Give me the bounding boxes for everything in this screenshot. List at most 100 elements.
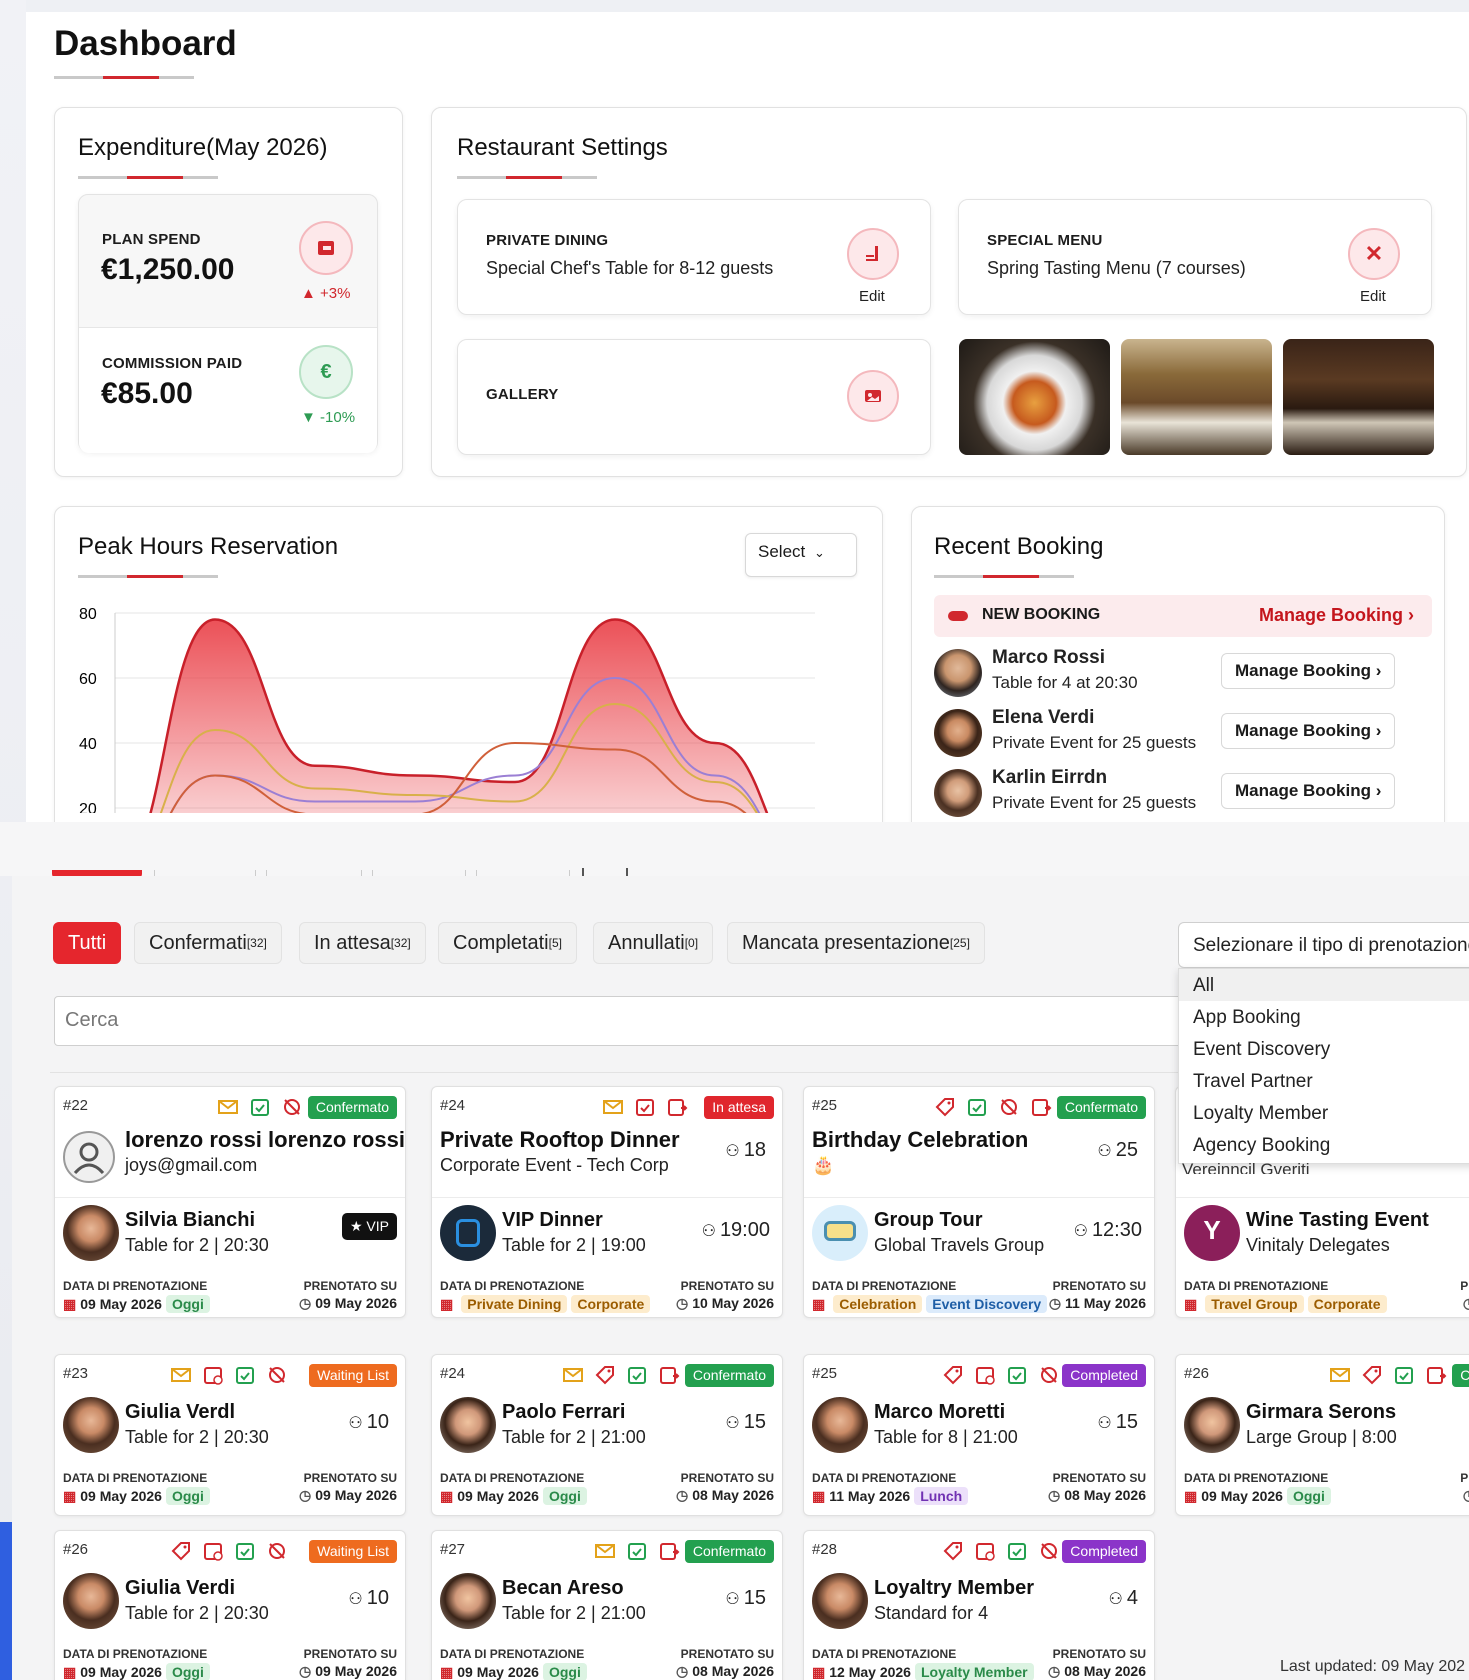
tag-icon[interactable] — [934, 1096, 956, 1123]
booking-card[interactable]: #27 Confermato Becan Areso Table for 2 | 21… — [431, 1530, 783, 1680]
calendar-icon[interactable] — [974, 1364, 996, 1391]
calendar-icon[interactable] — [202, 1364, 224, 1391]
booking-date-value: ▦ 11 May 2026 Lunch — [812, 1487, 969, 1505]
new-booking-manage-link[interactable]: Manage Booking › — [1259, 605, 1414, 626]
reschedule-icon[interactable] — [658, 1540, 680, 1567]
calendar-icon[interactable] — [202, 1540, 224, 1567]
booking-date-text: 09 May 2026 — [1201, 1488, 1283, 1504]
mail-icon[interactable] — [217, 1096, 239, 1123]
confirm-icon[interactable] — [234, 1364, 256, 1391]
peak-hours-chart: 020406080 — [79, 606, 815, 813]
tag-icon[interactable] — [942, 1364, 964, 1391]
option-event-discovery[interactable]: Event Discovery — [1193, 1039, 1330, 1061]
no-show-icon[interactable] — [1038, 1364, 1060, 1391]
confirm-icon[interactable] — [1393, 1364, 1415, 1391]
gallery-image-dining-room[interactable] — [1121, 339, 1272, 455]
booking-card[interactable]: #24 In attesa Private Rooftop Dinner Corpor… — [431, 1086, 783, 1318]
no-show-icon[interactable] — [266, 1540, 288, 1567]
confirm-icon[interactable] — [626, 1364, 648, 1391]
booking-name: Elena Verdi — [992, 707, 1095, 728]
people-icon: ⚇ — [348, 1591, 363, 1608]
option-travel-partner[interactable]: Travel Partner — [1193, 1071, 1313, 1093]
booking-tag: Celebration — [833, 1295, 923, 1313]
booking-date-text: 09 May 2026 — [80, 1664, 162, 1680]
booking-card[interactable]: #24 Confermato Paolo Ferrari Table for 2 | … — [431, 1354, 783, 1516]
booking-card[interactable]: #26 Waiting List Giulia Verdi Table for 2 |… — [54, 1530, 406, 1680]
tag-icon[interactable] — [170, 1540, 192, 1567]
booked-on-value: ◷ 08 May 2026 — [676, 1663, 774, 1680]
no-show-icon[interactable] — [1038, 1540, 1060, 1567]
private-dining-edit-link[interactable]: Edit — [859, 288, 885, 305]
mail-icon[interactable] — [1329, 1364, 1351, 1391]
no-show-icon[interactable] — [266, 1364, 288, 1391]
tag-icon[interactable] — [942, 1540, 964, 1567]
booking-tag: Oggi — [165, 1295, 210, 1313]
tab-completati[interactable]: Completati [5] — [438, 922, 577, 964]
status-badge: Confermato — [684, 1364, 774, 1387]
last-updated: Last updated: 09 May 202 — [1280, 1658, 1466, 1675]
mail-icon[interactable] — [594, 1540, 616, 1567]
calendar-check-icon[interactable] — [634, 1096, 656, 1123]
new-booking-banner: NEW BOOKING Manage Booking › — [934, 595, 1432, 637]
option-all[interactable]: All — [1193, 975, 1214, 997]
manage-booking-button[interactable]: Manage Booking › — [1221, 773, 1396, 809]
confirm-icon[interactable] — [626, 1540, 648, 1567]
mail-icon[interactable] — [562, 1364, 584, 1391]
booking-card[interactable]: #26 Confern Girmara Serons Large Group | 8:… — [1175, 1354, 1469, 1516]
tab-in-attesa[interactable]: In attesa [32] — [299, 922, 426, 964]
tab-annullati[interactable]: Annullati [0] — [593, 922, 714, 964]
booking-type-select[interactable]: Selezionare il tipo di prenotazione — [1178, 922, 1469, 968]
option-agency-booking[interactable]: Agency Booking — [1193, 1135, 1330, 1157]
avatar — [812, 1397, 868, 1453]
confirm-icon[interactable] — [1006, 1540, 1028, 1567]
guest-count: ⚇ 15 — [725, 1587, 766, 1610]
tab-tutti[interactable]: Tutti — [53, 922, 122, 964]
private-dining-edit-icon[interactable] — [847, 228, 899, 280]
gallery-icon[interactable] — [847, 370, 899, 422]
booking-card[interactable]: #25 Confermato Birthday Celebration 🎂 ⚇ 25 Gro… — [803, 1086, 1155, 1318]
tab-confermati[interactable]: Confermati [32] — [134, 922, 282, 964]
search-input[interactable]: Cerca — [54, 996, 1194, 1046]
cutlery-icon[interactable]: ✕ — [1348, 228, 1400, 280]
confirm-icon[interactable] — [966, 1096, 988, 1123]
booked-on-value: ◷ 11 May 2026 — [1049, 1295, 1146, 1312]
no-show-icon[interactable] — [998, 1096, 1020, 1123]
avatar — [440, 1573, 496, 1629]
no-show-icon[interactable] — [281, 1096, 303, 1123]
option-app-booking[interactable]: App Booking — [1193, 1007, 1301, 1029]
manage-booking-button[interactable]: Manage Booking › — [1221, 653, 1396, 689]
booking-desc: Table for 4 at 20:30 — [992, 673, 1138, 692]
confirm-icon[interactable] — [249, 1096, 271, 1123]
option-loyalty-member[interactable]: Loyalty Member — [1193, 1103, 1328, 1125]
tag-icon[interactable] — [594, 1364, 616, 1391]
guest-count-value: 15 — [743, 1587, 766, 1609]
tag-icon[interactable] — [1361, 1364, 1383, 1391]
manage-booking-button[interactable]: Manage Booking › — [1221, 713, 1396, 749]
reschedule-icon[interactable] — [1425, 1364, 1447, 1391]
peak-hours-underline — [78, 575, 218, 578]
gallery-image-pasta[interactable] — [959, 339, 1110, 455]
tab-mancata-presentazione[interactable]: Mancata presentazione [25] — [727, 922, 985, 964]
confirm-icon[interactable] — [234, 1540, 256, 1567]
reschedule-icon[interactable] — [666, 1096, 688, 1123]
booking-card[interactable]: #22 Confermato lorenzo rossi lorenzo rossi… — [54, 1086, 406, 1318]
booking-card[interactable]: #23 Waiting List Giulia Verdl Table for 2 |… — [54, 1354, 406, 1516]
mail-icon[interactable] — [170, 1364, 192, 1391]
booking-tag: Private Dining — [461, 1295, 568, 1313]
booking-card[interactable]: #25 Completed Marco Moretti Table for 8 | 2… — [803, 1354, 1155, 1516]
y-tick-label: 20 — [79, 801, 97, 813]
bookings-section: Tutti Confermati [32] In attesa [32] Compl… — [12, 876, 1469, 1680]
confirm-icon[interactable] — [1006, 1364, 1028, 1391]
calendar-icon[interactable] — [974, 1540, 996, 1567]
gallery-image-private-room[interactable] — [1283, 339, 1434, 455]
clock-icon: ◷ — [1463, 1295, 1469, 1311]
booking-date-label: DATA DI PRENOTAZIONE — [812, 1279, 957, 1293]
mail-icon[interactable] — [602, 1096, 624, 1123]
calendar-icon: ▦ — [440, 1296, 454, 1312]
special-menu-edit-link[interactable]: Edit — [1360, 288, 1386, 305]
reschedule-icon[interactable] — [1030, 1096, 1052, 1123]
booking-id: #27 — [440, 1541, 466, 1558]
reschedule-icon[interactable] — [658, 1364, 680, 1391]
peak-hours-select[interactable]: Select ⌄ — [745, 533, 857, 577]
booking-card[interactable]: #28 Completed Loyaltry Member Standard for … — [803, 1530, 1155, 1680]
